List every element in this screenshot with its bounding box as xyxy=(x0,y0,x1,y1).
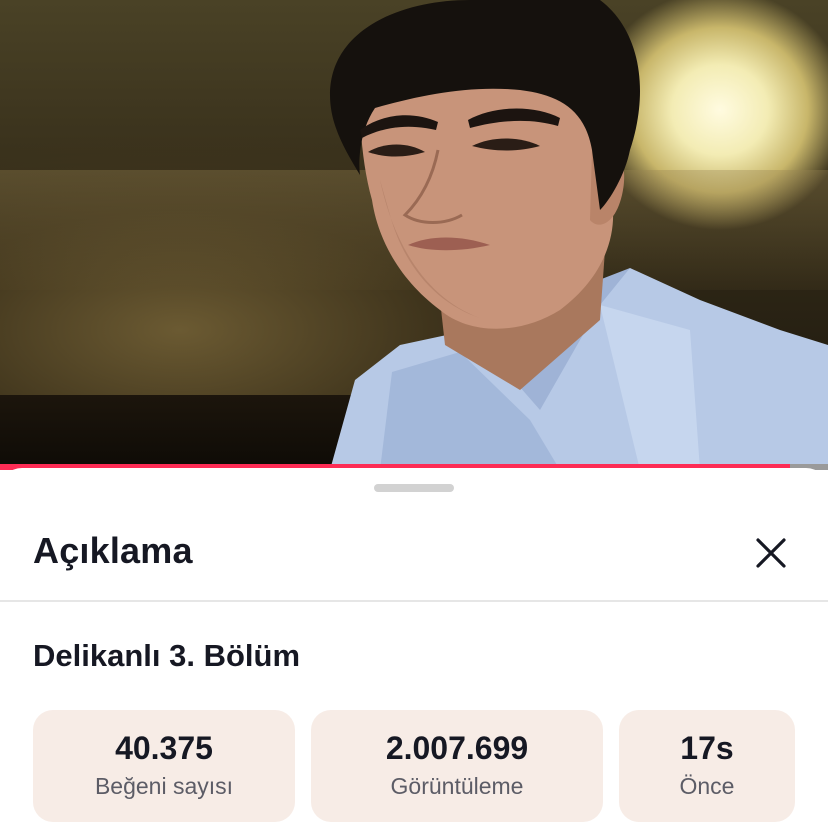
likes-stat-card: 40.375 Beğeni sayısı xyxy=(33,710,295,822)
views-count: 2.007.699 xyxy=(385,730,529,766)
sheet-title: Açıklama xyxy=(33,530,193,571)
posted-time-stat-card: 17s Önce xyxy=(619,710,795,822)
posted-time-label: Önce xyxy=(679,773,735,799)
views-stat-card: 2.007.699 Görüntüleme xyxy=(311,710,603,822)
likes-label: Beğeni sayısı xyxy=(94,773,234,799)
close-icon xyxy=(756,538,786,568)
posted-time-value: 17s xyxy=(680,730,734,766)
video-player[interactable] xyxy=(0,0,828,470)
views-label: Görüntüleme xyxy=(390,773,524,799)
video-title: Delikanlı 3. Bölüm xyxy=(33,638,301,673)
description-sheet: Açıklama Delikanlı 3. Bölüm 40.375 Beğen… xyxy=(0,468,828,828)
sheet-drag-handle[interactable] xyxy=(374,484,454,492)
likes-count: 40.375 xyxy=(115,730,213,766)
header-divider xyxy=(0,600,828,602)
close-button[interactable] xyxy=(748,530,794,576)
video-frame-person xyxy=(330,0,828,470)
